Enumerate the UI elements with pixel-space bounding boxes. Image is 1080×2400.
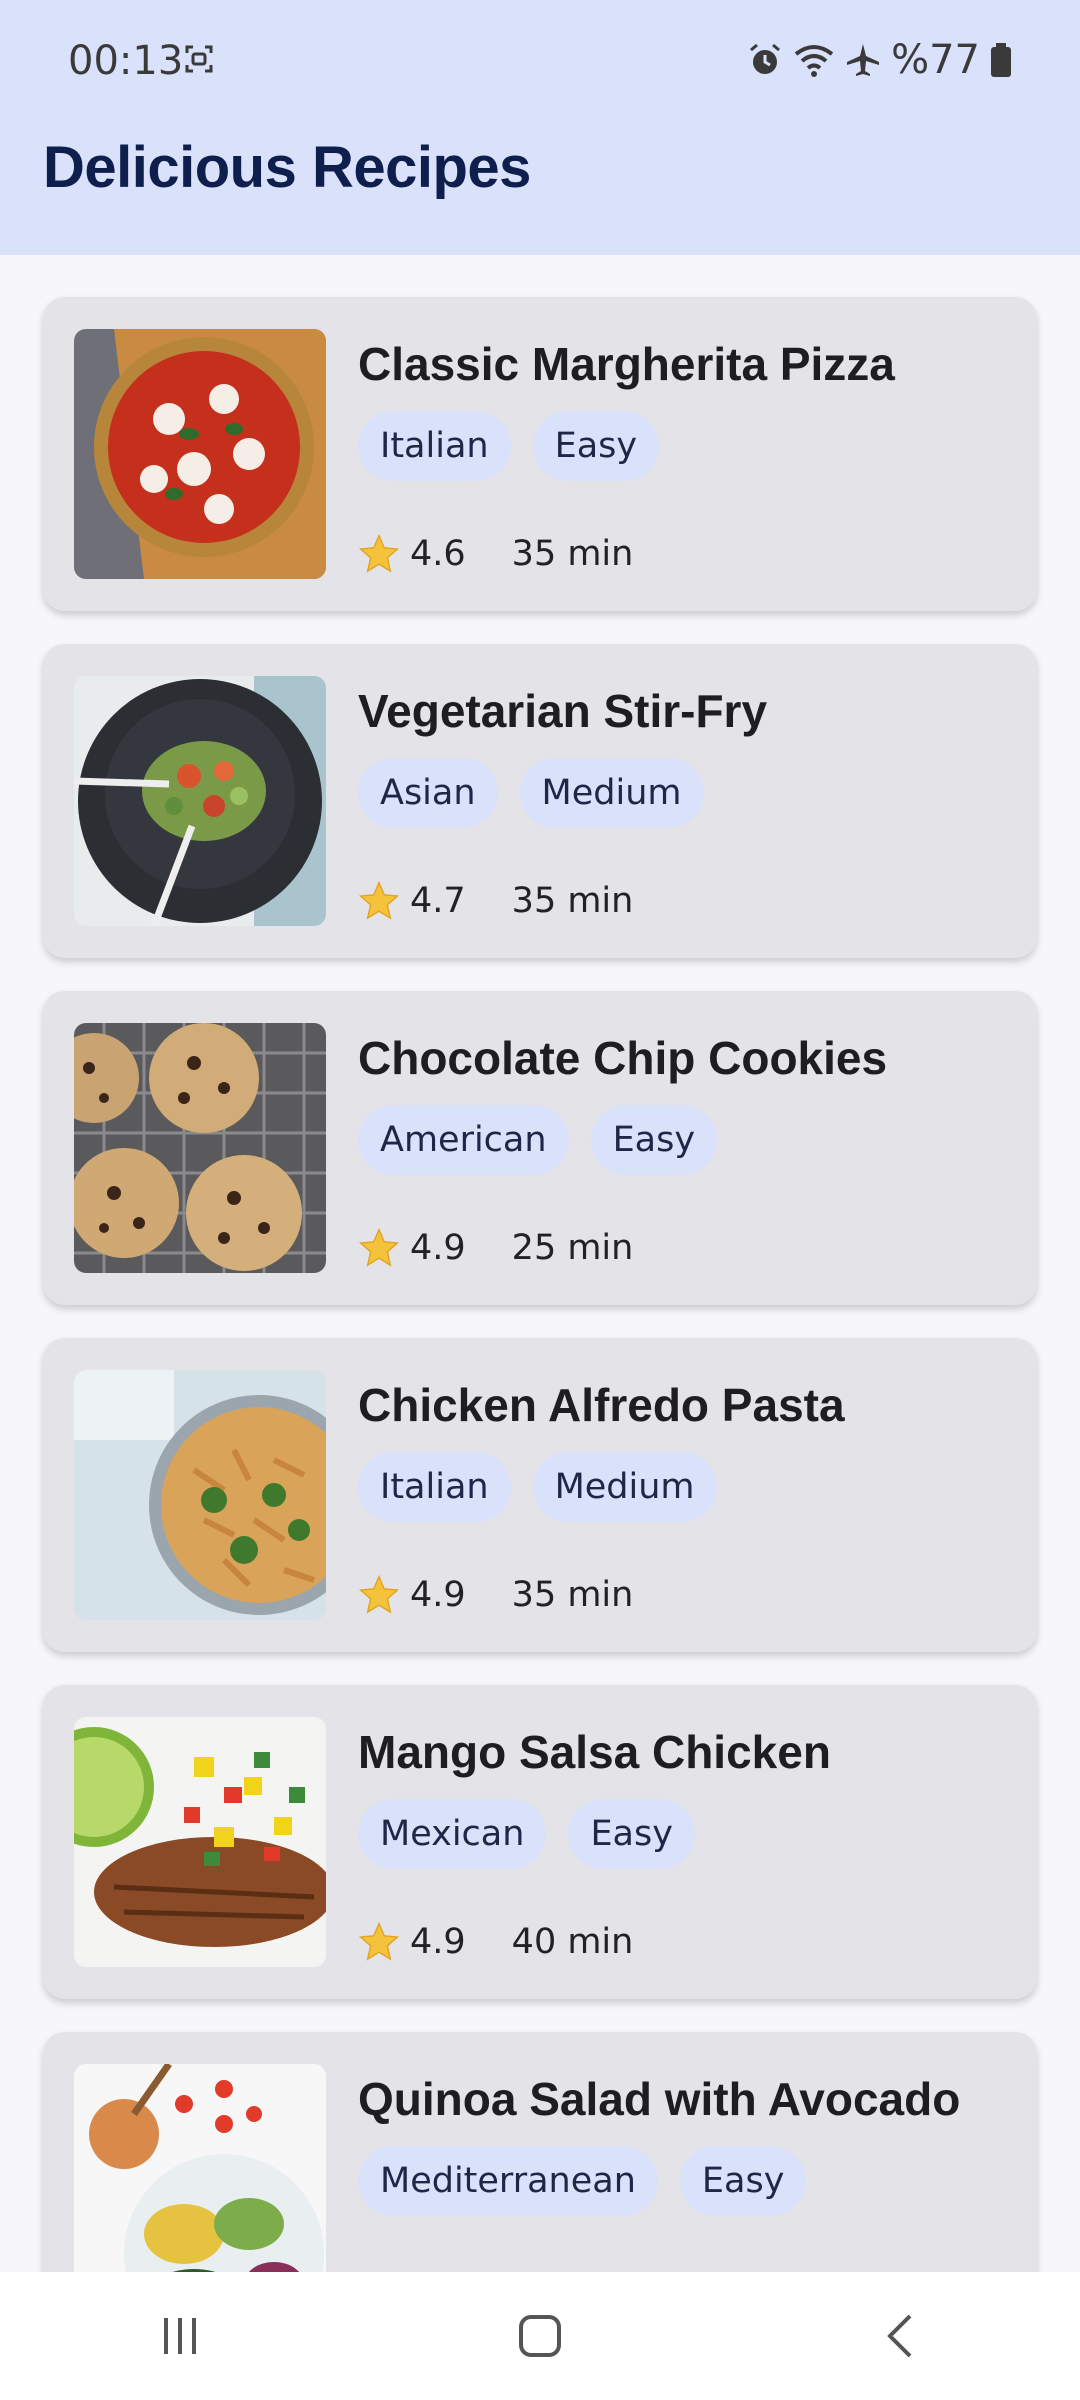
- cook-time: 40 min: [511, 1922, 634, 1962]
- recipe-card[interactable]: Chocolate Chip Cookies American Easy 4.9…: [43, 991, 1037, 1305]
- star-icon: [358, 880, 400, 920]
- cuisine-tag: Mediterranean: [358, 2146, 658, 2216]
- home-icon: [519, 2315, 561, 2357]
- difficulty-tag: Easy: [568, 1799, 695, 1869]
- cook-time: 25 min: [511, 1228, 634, 1268]
- difficulty-tag: Medium: [532, 1452, 717, 1522]
- recipe-tags: Mediterranean Easy: [358, 2146, 807, 2216]
- rating-value: 4.9: [410, 1228, 466, 1268]
- recipe-tags: Asian Medium: [358, 758, 704, 828]
- battery-level: %77: [891, 37, 980, 83]
- recipe-meta: 4.9 25 min: [358, 1227, 633, 1269]
- status-icons: %77: [747, 36, 1012, 84]
- difficulty-tag: Medium: [519, 758, 704, 828]
- recipe-meta: 4.7 35 min: [358, 880, 633, 922]
- recipe-list[interactable]: Classic Margherita Pizza Italian Easy 4.…: [43, 297, 1037, 2379]
- difficulty-tag: Easy: [532, 411, 660, 481]
- recipe-title: Chocolate Chip Cookies: [358, 1032, 888, 1084]
- chicken-image: [74, 1717, 326, 1967]
- cuisine-tag: American: [358, 1105, 569, 1175]
- back-button[interactable]: [840, 2296, 960, 2376]
- cuisine-tag: Asian: [358, 758, 498, 828]
- recipe-card[interactable]: Chicken Alfredo Pasta Italian Medium 4.9…: [43, 1338, 1037, 1652]
- rating-value: 4.9: [410, 1922, 466, 1962]
- pizza-image: [74, 329, 326, 579]
- cookies-image: [74, 1023, 326, 1273]
- status-time: 00:13: [68, 38, 184, 84]
- recent-apps-button[interactable]: [120, 2296, 240, 2376]
- star-icon: [358, 1921, 400, 1961]
- airplane-mode-icon: [847, 44, 880, 76]
- rating-value: 4.6: [410, 534, 466, 574]
- recipe-meta: 4.9 35 min: [358, 1574, 633, 1616]
- back-icon: [887, 2314, 912, 2358]
- pasta-image: [74, 1370, 326, 1620]
- cook-time: 35 min: [511, 534, 634, 574]
- recipe-title: Quinoa Salad with Avocado: [358, 2073, 961, 2125]
- recipe-title: Mango Salsa Chicken: [358, 1726, 831, 1778]
- alarm-icon: [750, 43, 781, 74]
- recipe-title: Chicken Alfredo Pasta: [358, 1379, 845, 1431]
- screen-capture-icon: [185, 45, 213, 73]
- stir-fry-image: [74, 676, 326, 926]
- difficulty-tag: Easy: [590, 1105, 718, 1175]
- recipe-tags: Italian Easy: [358, 411, 660, 481]
- recent-apps-icon: [164, 2318, 196, 2354]
- recipe-tags: American Easy: [358, 1105, 718, 1175]
- wifi-icon: [794, 45, 834, 77]
- cuisine-tag: Italian: [358, 411, 511, 481]
- recipe-meta: 4.9 40 min: [358, 1921, 633, 1963]
- recipe-tags: Italian Medium: [358, 1452, 717, 1522]
- cuisine-tag: Italian: [358, 1452, 511, 1522]
- home-button[interactable]: [480, 2296, 600, 2376]
- recipe-title: Vegetarian Stir-Fry: [358, 685, 768, 737]
- recipe-tags: Mexican Easy: [358, 1799, 695, 1869]
- cuisine-tag: Mexican: [358, 1799, 547, 1869]
- star-icon: [358, 1227, 400, 1267]
- star-icon: [358, 1574, 400, 1614]
- recipe-card[interactable]: Classic Margherita Pizza Italian Easy 4.…: [43, 297, 1037, 611]
- system-nav-bar: [0, 2272, 1080, 2400]
- battery-icon: [991, 43, 1011, 77]
- status-bar: 00:13 %77: [0, 0, 1080, 120]
- cook-time: 35 min: [511, 1575, 634, 1615]
- page-title: Delicious Recipes: [43, 135, 531, 200]
- difficulty-tag: Easy: [679, 2146, 807, 2216]
- recipe-card[interactable]: Vegetarian Stir-Fry Asian Medium 4.7 35 …: [43, 644, 1037, 958]
- rating-value: 4.7: [410, 881, 466, 921]
- star-icon: [358, 533, 400, 573]
- recipe-card[interactable]: Mango Salsa Chicken Mexican Easy 4.9 40 …: [43, 1685, 1037, 1999]
- app-bar: 00:13 %77 Delicious Recipes: [0, 0, 1080, 255]
- rating-value: 4.9: [410, 1575, 466, 1615]
- recipe-meta: 4.6 35 min: [358, 533, 633, 575]
- cook-time: 35 min: [511, 881, 634, 921]
- recipe-title: Classic Margherita Pizza: [358, 338, 895, 390]
